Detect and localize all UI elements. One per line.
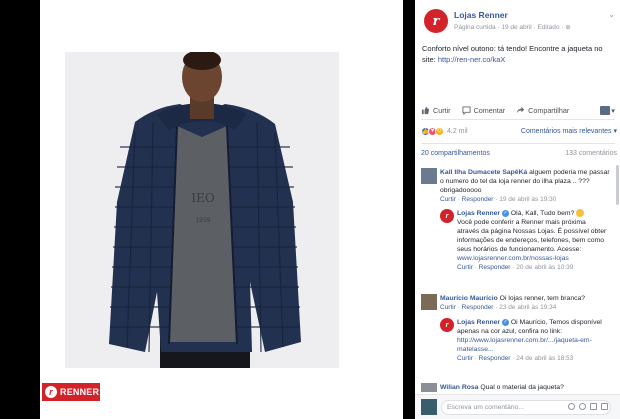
svg-text:1959: 1959 xyxy=(195,217,210,224)
comment-time[interactable]: 24 de abril às 18:53 xyxy=(516,355,573,362)
page-name-link[interactable]: Lojas Renner xyxy=(454,10,508,20)
page-avatar[interactable]: r xyxy=(424,9,448,33)
post-meta-text: Página curtida · 19 de abril · Editado · xyxy=(454,24,566,31)
thumbs-up-icon xyxy=(421,106,430,114)
avatar xyxy=(600,105,611,115)
comment-text-continued: Você pode conferir a Renner mais próxima… xyxy=(457,219,607,253)
reaction-count[interactable]: 4,2 mil xyxy=(447,128,468,135)
avatar[interactable] xyxy=(421,168,437,184)
comment-reply-link[interactable]: Responder xyxy=(462,196,494,203)
verified-badge-icon: ✓ xyxy=(501,209,509,217)
divider xyxy=(421,143,615,144)
sticker-icon[interactable] xyxy=(601,403,608,410)
comments-scrollbar[interactable] xyxy=(616,165,619,205)
smile-emoji-icon xyxy=(576,209,585,218)
comment-footer: Curtir · Responder · 23 de abril às 19:3… xyxy=(440,304,557,311)
page-avatar[interactable]: r xyxy=(440,318,454,332)
comment-body: Lojas Renner ✓ Olá, Kall, Tudo bem? Você… xyxy=(457,209,607,272)
comment-time[interactable]: 23 de abril às 19:34 xyxy=(499,304,556,311)
commenter-name[interactable]: Kall Ilha Dumacete SapêKá xyxy=(440,169,527,176)
comment-body: Kall Ilha Dumacete SapêKá alguem poderia… xyxy=(440,168,612,204)
post-counts: 20 compartilhamentos 133 comentários xyxy=(421,150,617,157)
divider xyxy=(421,119,615,120)
comment-link[interactable]: www.lojasrenner.com.br/nossas-lojas xyxy=(457,255,569,262)
comment-like-link[interactable]: Curtir xyxy=(440,304,456,311)
reactions-bar: 👍 ♥ ☺ 4,2 mil Comentários mais relevante… xyxy=(421,124,617,138)
avatar[interactable] xyxy=(421,294,437,310)
comment-footer: Curtir · Responder · 19 de abril às 19:3… xyxy=(440,196,557,203)
post-meta: Página curtida · 19 de abril · Editado ·… xyxy=(454,23,571,31)
like-button[interactable]: Curtir xyxy=(421,106,451,115)
commenter-name[interactable]: Wilian Rosa xyxy=(440,384,478,391)
comment-reply-link[interactable]: Responder xyxy=(479,264,511,271)
comments-count[interactable]: 133 comentários xyxy=(565,150,617,157)
model-in-jacket-image: IEO 1959 xyxy=(109,52,301,368)
comment-footer: Curtir · Responder · 24 de abril às 18:5… xyxy=(457,355,574,362)
renner-r-icon: r xyxy=(432,13,440,29)
commenter-name[interactable]: Lojas Renner xyxy=(457,210,500,217)
comment-icon xyxy=(462,105,471,115)
comment-like-link[interactable]: Curtir xyxy=(440,196,456,203)
page-avatar[interactable]: r xyxy=(440,209,454,223)
comment-text: Qual o material da jaqueta? xyxy=(478,384,564,391)
comment-text: Oi lojas renner, tem branca? xyxy=(497,295,586,302)
photo-viewer: IEO 1959 r RENNER xyxy=(0,0,415,419)
haha-reaction-icon[interactable]: ☺ xyxy=(435,126,444,136)
caret-down-icon: ▾ xyxy=(611,105,615,115)
post-sidebar: r Lojas Renner Página curtida · 19 de ab… xyxy=(415,0,620,419)
comment-text: Olá, Kall, Tudo bem? xyxy=(508,210,577,217)
verified-badge-icon: ✓ xyxy=(501,318,509,326)
comment-link[interactable]: http://www.lojasrenner.com.br/.../jaquet… xyxy=(457,337,592,353)
comment-label: Comentar xyxy=(473,105,506,115)
comment-button[interactable]: Comentar xyxy=(462,105,506,115)
post-link[interactable]: http://ren-ner.co/kaX xyxy=(438,55,506,64)
commenter-name[interactable]: Lojas Renner xyxy=(457,319,500,326)
share-icon xyxy=(517,106,525,113)
post-photo[interactable]: IEO 1959 r RENNER xyxy=(40,0,403,419)
comment-footer: Curtir · Responder · 20 de abril às 10:3… xyxy=(457,264,574,271)
commenter-name[interactable]: Maurício Maurício xyxy=(440,295,498,302)
post-actions: Curtir Comentar Compartilhar ▾ xyxy=(421,103,615,117)
like-label: Curtir xyxy=(433,105,451,115)
comment-body: Lojas Renner ✓ Oi Maurício, Temos dispon… xyxy=(457,318,607,363)
svg-text:IEO: IEO xyxy=(191,191,215,205)
shares-count[interactable]: 20 compartilhamentos xyxy=(421,150,490,157)
post-text: Conforto nível outono: tá tendo! Encontr… xyxy=(422,43,614,65)
renner-r-icon: r xyxy=(45,386,57,398)
comment-body: Wilian Rosa Qual o material da jaqueta? xyxy=(440,383,612,392)
gif-icon[interactable] xyxy=(590,403,597,410)
composer-tools xyxy=(568,403,608,410)
comment-time[interactable]: 19 de abril às 19:30 xyxy=(499,196,556,203)
comment-body: Maurício Maurício Oi lojas renner, tem b… xyxy=(440,294,612,312)
comments-list: Kall Ilha Dumacete SapêKá alguem poderia… xyxy=(415,164,620,392)
avatar xyxy=(421,399,437,415)
emoji-icon[interactable] xyxy=(579,403,586,410)
globe-icon: ⊕ xyxy=(565,24,571,31)
comment-like-link[interactable]: Curtir xyxy=(457,355,473,362)
chevron-down-icon[interactable]: ⌄ xyxy=(608,10,615,19)
avatar[interactable] xyxy=(421,383,437,392)
comment-reply-link[interactable]: Responder xyxy=(479,355,511,362)
share-button[interactable]: Compartilhar xyxy=(516,106,569,115)
share-label: Compartilhar xyxy=(528,105,570,115)
comment-reply-link[interactable]: Responder xyxy=(462,304,494,311)
comment-sort-dropdown[interactable]: Comentários mais relevantes ▾ xyxy=(521,127,617,135)
comment-like-link[interactable]: Curtir xyxy=(457,264,473,271)
comment-time[interactable]: 20 de abril às 10:39 xyxy=(516,264,573,271)
brand-badge-label: RENNER xyxy=(60,387,100,397)
post-header: r Lojas Renner Página curtida · 19 de ab… xyxy=(421,6,617,36)
post-as-selector[interactable]: ▾ xyxy=(600,105,615,115)
renner-logo-badge: r RENNER xyxy=(42,383,100,401)
camera-icon[interactable] xyxy=(568,403,575,410)
comment-composer xyxy=(415,394,620,419)
